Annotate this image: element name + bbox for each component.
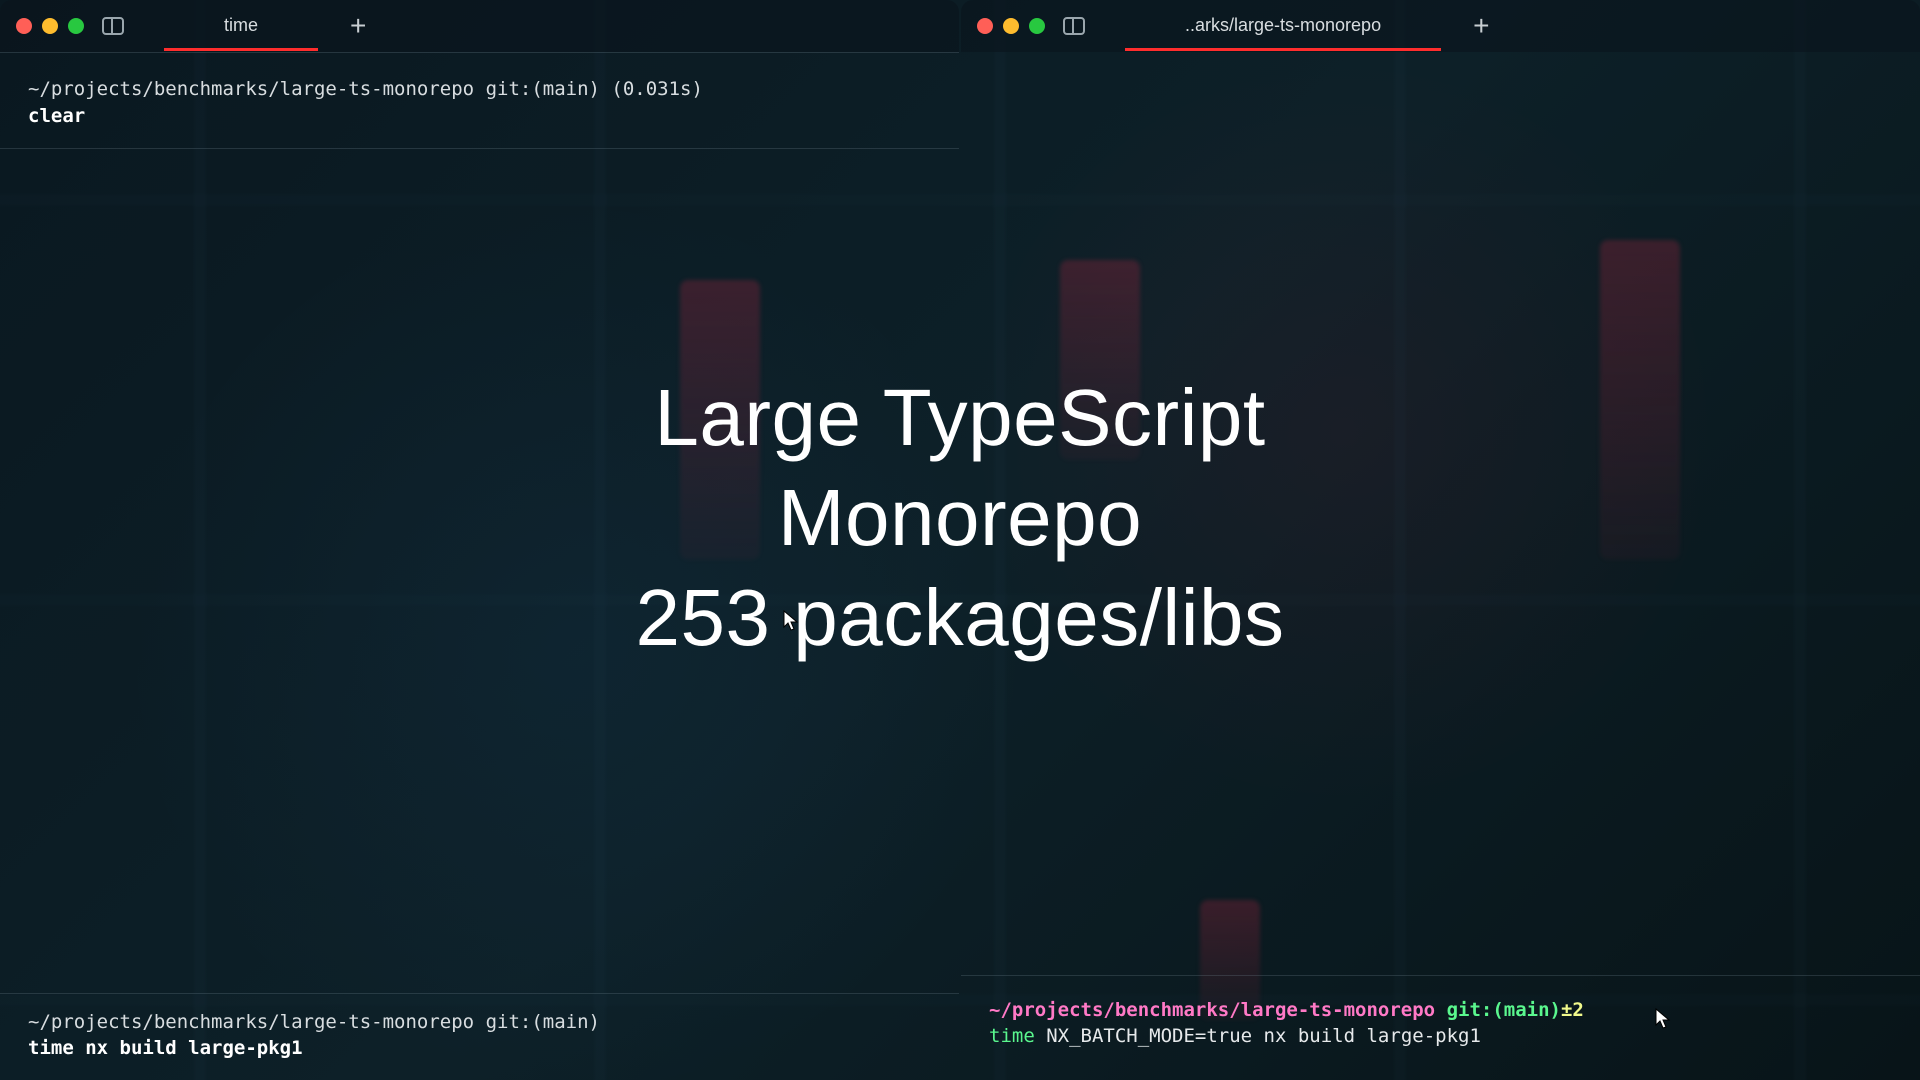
tab-bar: time +	[164, 1, 943, 51]
divider	[0, 993, 959, 994]
prompt-branch: main	[1504, 999, 1550, 1021]
prompt-path: ~/projects/benchmarks/large-ts-monorepo	[28, 1011, 474, 1033]
prompt-branch: main	[543, 78, 589, 100]
prompt-git: git:(	[474, 1011, 543, 1033]
zoom-icon[interactable]	[1029, 18, 1045, 34]
prompt-timing: (0.031s)	[600, 78, 703, 100]
prompt-line: ~/projects/benchmarks/large-ts-monorepo …	[28, 76, 931, 103]
prompt-git: git:(	[474, 78, 543, 100]
window-controls	[977, 18, 1045, 34]
divider	[961, 975, 1920, 976]
command-time-keyword: time	[989, 1025, 1035, 1047]
terminal-window-left: time + ~/projects/benchmarks/large-ts-mo…	[0, 0, 959, 1080]
new-tab-button[interactable]: +	[1461, 10, 1501, 42]
split-pane-icon[interactable]	[102, 17, 124, 35]
prompt-git-suffix: )	[589, 78, 600, 100]
command-text: clear	[28, 105, 85, 127]
new-tab-button[interactable]: +	[338, 10, 378, 42]
command-text: NX_BATCH_MODE=true nx build large-pkg1	[1035, 1025, 1481, 1047]
bottom-prompt-block: ~/projects/benchmarks/large-ts-monorepo …	[989, 997, 1892, 1050]
split-pane-icon[interactable]	[1063, 17, 1085, 35]
command-line: time nx build large-pkg1	[28, 1035, 931, 1062]
terminal-body[interactable]: ~/projects/benchmarks/large-ts-monorepo …	[0, 52, 959, 1080]
divider	[0, 52, 959, 53]
prompt-git: git:(	[1435, 999, 1504, 1021]
divider	[0, 148, 959, 149]
tab-active[interactable]: time	[164, 1, 318, 51]
command-line: time NX_BATCH_MODE=true nx build large-p…	[989, 1023, 1892, 1050]
prompt-path: ~/projects/benchmarks/large-ts-monorepo	[989, 999, 1435, 1021]
prompt-dirty: ±2	[1561, 999, 1584, 1021]
terminal-window-right: ..arks/large-ts-monorepo + ~/projects/be…	[961, 0, 1920, 1080]
tab-bar: ..arks/large-ts-monorepo +	[1125, 1, 1904, 51]
minimize-icon[interactable]	[42, 18, 58, 34]
prompt-git-suffix: )	[589, 1011, 600, 1033]
zoom-icon[interactable]	[68, 18, 84, 34]
prompt-path: ~/projects/benchmarks/large-ts-monorepo	[28, 78, 474, 100]
prompt-line: ~/projects/benchmarks/large-ts-monorepo …	[989, 997, 1892, 1024]
close-icon[interactable]	[977, 18, 993, 34]
prompt-git-suffix: )	[1550, 999, 1561, 1021]
command-text: time nx build large-pkg1	[28, 1037, 303, 1059]
command-line: clear	[28, 103, 931, 130]
terminal-body[interactable]: ~/projects/benchmarks/large-ts-monorepo …	[961, 52, 1920, 1080]
minimize-icon[interactable]	[1003, 18, 1019, 34]
bottom-prompt-block: ~/projects/benchmarks/large-ts-monorepo …	[28, 1009, 931, 1062]
close-icon[interactable]	[16, 18, 32, 34]
prompt-line: ~/projects/benchmarks/large-ts-monorepo …	[28, 1009, 931, 1036]
tab-active[interactable]: ..arks/large-ts-monorepo	[1125, 1, 1441, 51]
prompt-branch: main	[543, 1011, 589, 1033]
window-controls	[16, 18, 84, 34]
titlebar: time +	[0, 0, 959, 52]
titlebar: ..arks/large-ts-monorepo +	[961, 0, 1920, 52]
